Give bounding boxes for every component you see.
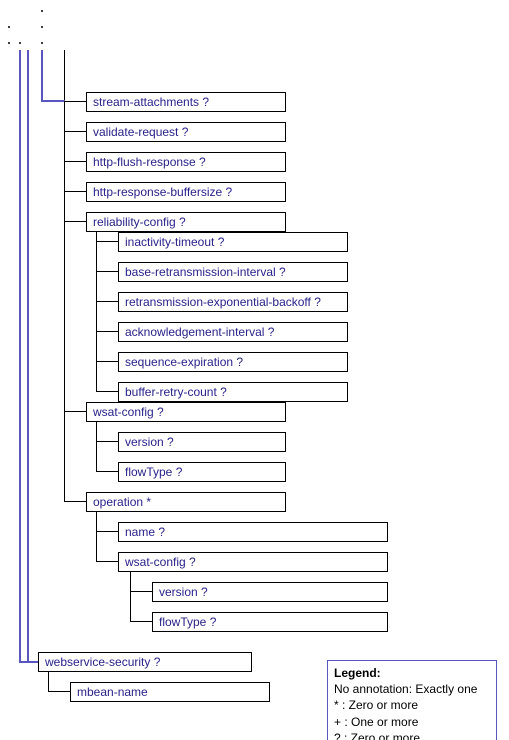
tree-connector (130, 572, 131, 621)
ellipsis-dot (41, 26, 43, 28)
ellipsis-dot (41, 10, 43, 12)
tree-connector (64, 501, 86, 502)
node-acknowledgement-interval: acknowledgement-interval ? (118, 322, 348, 342)
node-label: sequence-expiration ? (125, 355, 243, 369)
legend-box: Legend: No annotation: Exactly one * : Z… (327, 660, 497, 740)
node-wsat-version: version ? (118, 432, 286, 452)
node-label: reliability-config ? (93, 215, 186, 229)
node-label: version ? (159, 585, 208, 599)
tree-connector (48, 691, 70, 692)
tree-connector (96, 512, 97, 561)
node-validate-request: validate-request ? (86, 122, 286, 142)
tree-connector (96, 441, 118, 442)
tree-connector (41, 50, 43, 102)
node-base-retransmission-interval: base-retransmission-interval ? (118, 262, 348, 282)
tree-connector (96, 471, 118, 472)
tree-connector (96, 361, 118, 362)
node-label: acknowledgement-interval ? (125, 325, 274, 339)
tree-connector (64, 131, 86, 132)
node-label: http-response-buffersize ? (93, 185, 232, 199)
legend-line: + : One or more (334, 714, 490, 730)
node-reliability-config: reliability-config ? (86, 212, 286, 232)
legend-title: Legend: (334, 665, 490, 681)
tree-connector (64, 101, 86, 102)
ellipsis-dot (8, 42, 10, 44)
node-webservice-security: webservice-security ? (38, 652, 252, 672)
node-label: webservice-security ? (45, 655, 160, 669)
node-label: validate-request ? (93, 125, 188, 139)
node-label: base-retransmission-interval ? (125, 265, 286, 279)
tree-connector (64, 191, 86, 192)
node-operation-wsat-flowtype: flowType ? (152, 612, 388, 632)
node-label: buffer-retry-count ? (125, 385, 227, 399)
ellipsis-dot (41, 42, 43, 44)
tree-connector (41, 100, 65, 102)
node-label: version ? (125, 435, 174, 449)
tree-connector (96, 422, 97, 471)
node-label: wsat-config ? (93, 405, 164, 419)
tree-connector (19, 661, 38, 663)
node-label: retransmission-exponential-backoff ? (125, 295, 321, 309)
node-label: http-flush-response ? (93, 155, 206, 169)
node-label: wsat-config ? (125, 555, 196, 569)
node-label: name ? (125, 525, 165, 539)
node-label: mbean-name (77, 685, 148, 699)
tree-connector (96, 271, 118, 272)
tree-connector (96, 561, 118, 562)
legend-line: * : Zero or more (334, 697, 490, 713)
node-label: operation * (93, 495, 151, 509)
tree-connector (64, 161, 86, 162)
tree-connector (96, 232, 97, 391)
tree-connector (27, 50, 29, 662)
tree-connector (64, 50, 65, 501)
node-label: flowType ? (125, 465, 182, 479)
node-label: stream-attachments ? (93, 95, 209, 109)
tree-connector (96, 331, 118, 332)
node-retransmission-exponential-backoff: retransmission-exponential-backoff ? (118, 292, 348, 312)
tree-connector (130, 591, 152, 592)
node-wsat-flowtype: flowType ? (118, 462, 286, 482)
tree-connector (96, 241, 118, 242)
tree-connector (96, 391, 118, 392)
node-wsat-config: wsat-config ? (86, 402, 286, 422)
node-operation-wsat-config: wsat-config ? (118, 552, 388, 572)
tree-diagram: stream-attachments ? validate-request ? … (0, 0, 509, 740)
tree-connector (19, 50, 21, 662)
node-operation-name: name ? (118, 522, 388, 542)
node-operation: operation * (86, 492, 286, 512)
legend-line: No annotation: Exactly one (334, 681, 490, 697)
tree-connector (96, 301, 118, 302)
node-http-response-buffersize: http-response-buffersize ? (86, 182, 286, 202)
node-sequence-expiration: sequence-expiration ? (118, 352, 348, 372)
node-buffer-retry-count: buffer-retry-count ? (118, 382, 348, 402)
legend-line: ? : Zero or more (334, 730, 490, 740)
tree-connector (48, 672, 49, 691)
node-label: flowType ? (159, 615, 216, 629)
node-http-flush-response: http-flush-response ? (86, 152, 286, 172)
node-operation-wsat-version: version ? (152, 582, 388, 602)
node-stream-attachments: stream-attachments ? (86, 92, 286, 112)
tree-connector (130, 621, 152, 622)
ellipsis-dot (8, 26, 10, 28)
tree-connector (64, 411, 86, 412)
tree-connector (96, 531, 118, 532)
node-mbean-name: mbean-name (70, 682, 270, 702)
node-inactivity-timeout: inactivity-timeout ? (118, 232, 348, 252)
tree-connector (64, 221, 86, 222)
node-label: inactivity-timeout ? (125, 235, 224, 249)
ellipsis-dot (19, 42, 21, 44)
